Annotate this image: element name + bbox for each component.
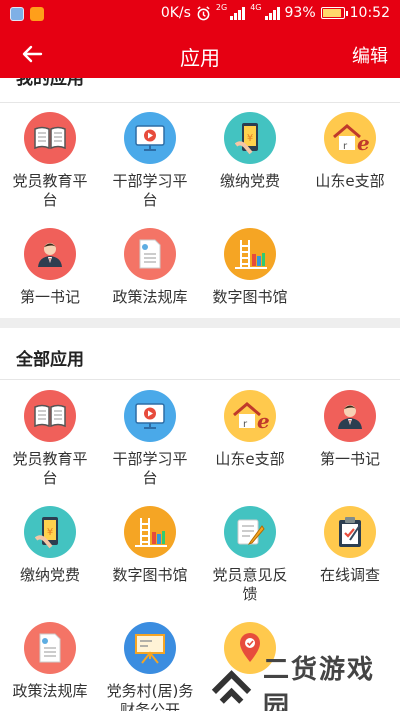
divider <box>0 102 400 103</box>
clock: 10:52 <box>349 5 390 21</box>
app-tile[interactable]: 数字图书馆 <box>200 228 300 307</box>
app-tile[interactable]: 第一书记 <box>300 390 400 469</box>
alarm-icon <box>197 5 210 20</box>
app-tile-label: 党务村(居)务财务公开 <box>106 682 194 711</box>
svg-text:e: e <box>357 131 369 153</box>
app-tile[interactable]: 数字图书馆 <box>100 506 200 585</box>
app-tile-label: 山东e支部 <box>215 450 285 468</box>
signal-4g-icon <box>264 6 280 20</box>
app-tile[interactable]: 在线调查 <box>300 506 400 585</box>
clipboard-icon <box>324 506 376 558</box>
app-tile[interactable]: e r 山东e支部 <box>300 112 400 191</box>
app-tile-label: 第一书记 <box>319 450 380 468</box>
watermark: 二货游戏园 <box>210 655 400 711</box>
network-speed: 0K/s <box>160 5 191 21</box>
my-apps-title: 我的应用 <box>16 78 84 89</box>
app-tile[interactable]: 党员教育平台 <box>0 112 100 210</box>
library-icon <box>224 228 276 280</box>
app-tile[interactable]: 干部学习平台 <box>100 112 200 210</box>
house-e-icon: er <box>324 112 376 164</box>
app-bar: 应用 编辑 <box>0 30 400 78</box>
app-tile-label: 政策法规库 <box>12 682 88 700</box>
person-icon <box>24 228 76 280</box>
app-tile-label: 干部学习平台 <box>112 172 188 209</box>
app-tile-label: 党员意见反馈 <box>212 566 288 603</box>
person-icon <box>324 390 376 442</box>
battery-percent: 93% <box>284 5 316 21</box>
app-tile-label: 数字图书馆 <box>112 566 188 584</box>
app-tile-label: 干部学习平台 <box>112 450 188 487</box>
status-bar: 0K/s 2G 4G 93% 10:52 <box>0 0 400 30</box>
library-icon <box>124 506 176 558</box>
app-tile[interactable]: 党务村(居)务财务公开 <box>100 622 200 711</box>
app-tile[interactable]: 政策法规库 <box>0 622 100 701</box>
app-tile[interactable]: 第一书记 <box>0 228 100 307</box>
document-icon <box>24 622 76 674</box>
network-type-2g: 2G <box>215 2 228 12</box>
app-tile[interactable]: 党员意见反馈 <box>200 506 300 604</box>
house-e-icon: er <box>224 390 276 442</box>
app-tile[interactable]: e r 山东e支部 <box>200 390 300 469</box>
app-tile[interactable]: ¥ 缴纳党费 <box>200 112 300 191</box>
svg-text:¥: ¥ <box>47 527 53 538</box>
app-tile-label: 缴纳党费 <box>219 172 280 190</box>
gallery-notification-icon <box>10 7 24 21</box>
video-play-icon <box>124 390 176 442</box>
app-tile-label: 党员教育平台 <box>12 450 88 487</box>
book-icon <box>24 112 76 164</box>
watermark-text: 二货游戏园 <box>263 655 376 711</box>
app-tile-label: 第一书记 <box>19 288 80 306</box>
network-type-4g: 4G <box>250 2 262 12</box>
divider <box>0 379 400 380</box>
svg-text:¥: ¥ <box>247 133 253 144</box>
watermark-logo-icon <box>211 670 252 704</box>
app-tile-label: 山东e支部 <box>315 172 385 190</box>
app-list-scroll[interactable]: 我的应用 党员教育平台 干部学习平台 ¥ 缴纳党费 e r 山东e支部 第一书记 政策法规库 数字… <box>0 78 400 711</box>
signal-2g-icon <box>230 6 246 20</box>
app-tile-label: 党员教育平台 <box>12 172 88 209</box>
app-tile-label: 政策法规库 <box>112 288 188 306</box>
battery-icon <box>320 7 348 19</box>
app-tile[interactable]: 政策法规库 <box>100 228 200 307</box>
app-tile[interactable]: ¥ 缴纳党费 <box>0 506 100 585</box>
all-apps-title: 全部应用 <box>16 350 84 370</box>
presentation-board-icon <box>124 622 176 674</box>
app-tile-label: 缴纳党费 <box>19 566 80 584</box>
feedback-pencil-icon <box>224 506 276 558</box>
book-icon <box>24 390 76 442</box>
video-play-icon <box>124 112 176 164</box>
app-notification-icon <box>30 7 44 21</box>
app-tile-label: 在线调查 <box>319 566 380 584</box>
section-gap <box>0 318 400 328</box>
svg-text:e: e <box>257 409 269 431</box>
app-tile[interactable]: 干部学习平台 <box>100 390 200 488</box>
edit-button[interactable]: 编辑 <box>352 42 388 68</box>
document-icon <box>124 228 176 280</box>
app-tile-label: 数字图书馆 <box>212 288 288 306</box>
battery-fill <box>322 9 342 17</box>
page-title: 应用 <box>180 46 220 70</box>
app-tile[interactable]: 党员教育平台 <box>0 390 100 488</box>
phone-payment-icon: ¥ <box>24 506 76 558</box>
phone-payment-icon: ¥ <box>224 112 276 164</box>
